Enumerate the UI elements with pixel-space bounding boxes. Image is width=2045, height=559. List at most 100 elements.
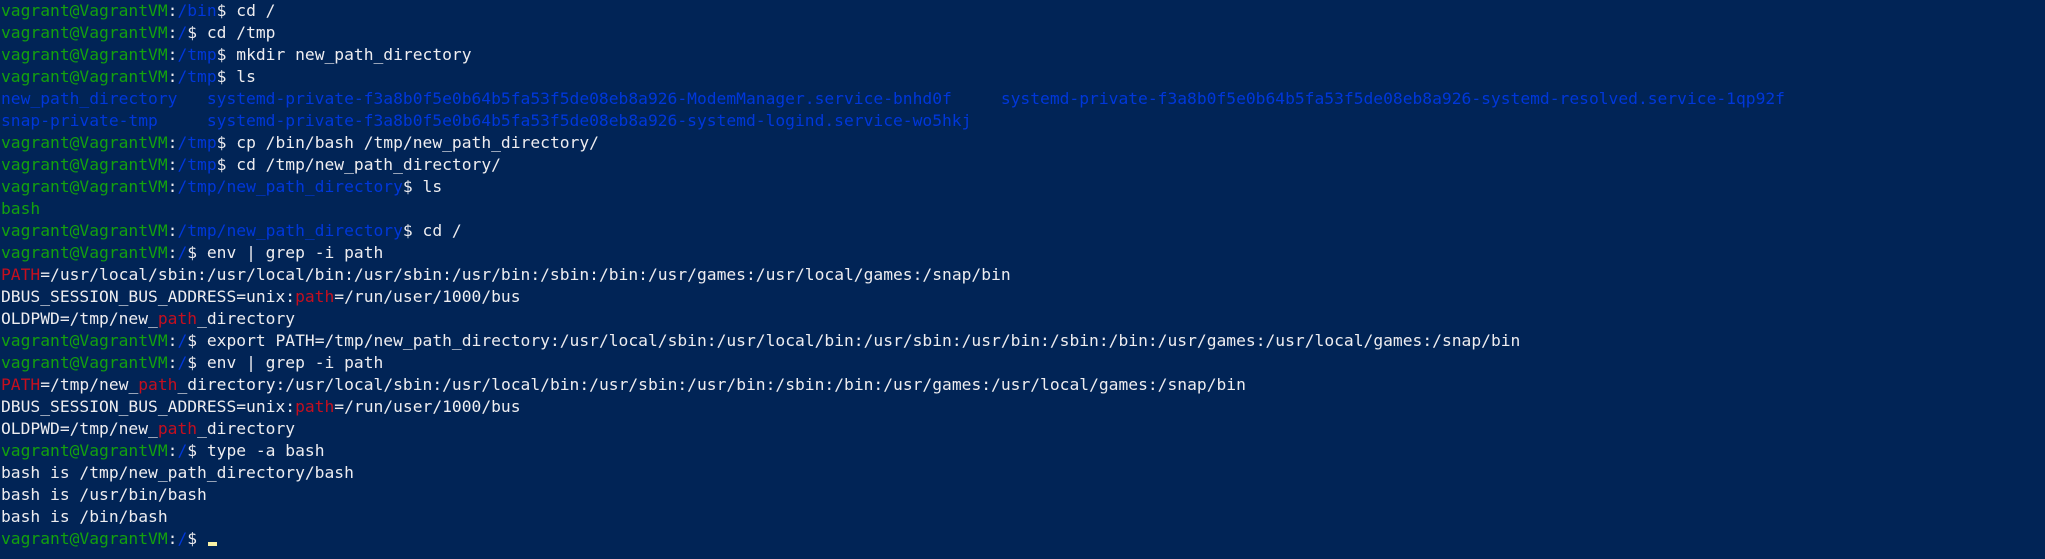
output-text: $ ls: [402, 177, 443, 196]
prompt-path: /: [177, 529, 188, 548]
prompt-path: /tmp/new_path_directory: [177, 221, 403, 240]
prompt-user-host: vagrant@VagrantVM: [1, 331, 168, 350]
prompt-path: /tmp: [177, 155, 217, 174]
terminal-line: OLDPWD=/tmp/new_path_directory: [0, 308, 2045, 330]
grep-match-highlight: path: [295, 397, 335, 416]
prompt-path: /tmp: [177, 67, 217, 86]
terminal-line: bash is /usr/bin/bash: [0, 484, 2045, 506]
executable-file: bash: [1, 199, 41, 218]
grep-match-highlight: PATH: [1, 375, 41, 394]
output-text: :: [167, 353, 178, 372]
terminal-line: vagrant@VagrantVM:/$ type -a bash: [0, 440, 2045, 462]
terminal-line: vagrant@VagrantVM:/$ export PATH=/tmp/ne…: [0, 330, 2045, 352]
terminal-line: vagrant@VagrantVM:/tmp/new_path_director…: [0, 176, 2045, 198]
grep-match-highlight: path: [157, 419, 198, 438]
prompt-path: /: [177, 441, 188, 460]
output-text: bash is /tmp/new_path_directory/bash: [1, 463, 354, 482]
terminal-line: bash is /tmp/new_path_directory/bash: [0, 462, 2045, 484]
output-text: :: [167, 221, 178, 240]
grep-match-highlight: PATH: [1, 265, 41, 284]
terminal-line: PATH=/usr/local/sbin:/usr/local/bin:/usr…: [0, 264, 2045, 286]
output-text: $ type -a bash: [187, 441, 325, 460]
prompt-user-host: vagrant@VagrantVM: [1, 133, 168, 152]
terminal-line: vagrant@VagrantVM:/tmp$ cp /bin/bash /tm…: [0, 132, 2045, 154]
output-text: =/tmp/new_: [40, 375, 139, 394]
terminal-line: DBUS_SESSION_BUS_ADDRESS=unix:path=/run/…: [0, 396, 2045, 418]
terminal-line: OLDPWD=/tmp/new_path_directory: [0, 418, 2045, 440]
output-text: OLDPWD=/tmp/new_: [1, 419, 158, 438]
prompt-user-host: vagrant@VagrantVM: [1, 23, 168, 42]
output-text: :: [167, 133, 178, 152]
output-text: $ cd /: [216, 1, 276, 20]
output-text: _directory:/usr/local/sbin:/usr/local/bi…: [177, 375, 1246, 394]
terminal-line: vagrant@VagrantVM:/tmp$ mkdir new_path_d…: [0, 44, 2045, 66]
output-text: :: [167, 529, 178, 548]
output-text: :: [167, 177, 178, 196]
terminal-line: vagrant@VagrantVM:/tmp$ ls: [0, 66, 2045, 88]
terminal-window[interactable]: vagrant@VagrantVM:/bin$ cd / vagrant@Vagr…: [0, 0, 2045, 559]
terminal-line: vagrant@VagrantVM:/$: [0, 528, 2045, 550]
prompt-path: /: [177, 23, 188, 42]
output-text: _directory: [197, 309, 296, 328]
text-cursor[interactable]: [207, 542, 217, 546]
output-text: :: [167, 67, 178, 86]
terminal-line: bash is /bin/bash: [0, 506, 2045, 528]
prompt-user-host: vagrant@VagrantVM: [1, 45, 168, 64]
prompt-user-host: vagrant@VagrantVM: [1, 441, 168, 460]
output-text: :: [167, 23, 178, 42]
output-text: =/run/user/1000/bus: [334, 287, 521, 306]
terminal-line: new_path_directory systemd-private-f3a8b…: [0, 88, 2045, 110]
terminal-line: bash: [0, 198, 2045, 220]
output-text: $ ls: [216, 67, 256, 86]
prompt-path: /tmp: [177, 45, 217, 64]
prompt-user-host: vagrant@VagrantVM: [1, 243, 168, 262]
prompt-path: /: [177, 353, 188, 372]
output-text: $: [187, 529, 207, 548]
output-text: $ mkdir new_path_directory: [216, 45, 472, 64]
prompt-path: /tmp/new_path_directory: [177, 177, 403, 196]
prompt-user-host: vagrant@VagrantVM: [1, 353, 168, 372]
output-text: $ env | grep -i path: [187, 353, 384, 372]
terminal-line: vagrant@VagrantVM:/bin$ cd /: [0, 0, 2045, 22]
terminal-line: vagrant@VagrantVM:/$ env | grep -i path: [0, 242, 2045, 264]
output-text: :: [167, 441, 178, 460]
terminal-line: vagrant@VagrantVM:/$ env | grep -i path: [0, 352, 2045, 374]
output-text: $ export PATH=/tmp/new_path_directory:/u…: [187, 331, 1521, 350]
directory-listing: new_path_directory systemd-private-f3a8b…: [1, 89, 1785, 108]
prompt-user-host: vagrant@VagrantVM: [1, 529, 168, 548]
prompt-user-host: vagrant@VagrantVM: [1, 221, 168, 240]
grep-match-highlight: path: [295, 287, 335, 306]
prompt-user-host: vagrant@VagrantVM: [1, 67, 168, 86]
output-text: $ cd /: [402, 221, 462, 240]
output-text: $ cp /bin/bash /tmp/new_path_directory/: [216, 133, 599, 152]
terminal-line: vagrant@VagrantVM:/tmp$ cd /tmp/new_path…: [0, 154, 2045, 176]
terminal-line: vagrant@VagrantVM:/tmp/new_path_director…: [0, 220, 2045, 242]
terminal-line: snap-private-tmp systemd-private-f3a8b0f…: [0, 110, 2045, 132]
terminal-line: vagrant@VagrantVM:/$ cd /tmp: [0, 22, 2045, 44]
output-text: :: [167, 45, 178, 64]
output-text: :: [167, 243, 178, 262]
prompt-path: /: [177, 243, 188, 262]
prompt-user-host: vagrant@VagrantVM: [1, 1, 168, 20]
output-text: bash is /bin/bash: [1, 507, 168, 526]
output-text: DBUS_SESSION_BUS_ADDRESS=unix:: [1, 287, 296, 306]
output-text: $ env | grep -i path: [187, 243, 384, 262]
output-text: _directory: [197, 419, 296, 438]
prompt-path: /bin: [177, 1, 217, 20]
output-text: =/run/user/1000/bus: [334, 397, 521, 416]
output-text: DBUS_SESSION_BUS_ADDRESS=unix:: [1, 397, 296, 416]
output-text: :: [167, 331, 178, 350]
output-text: $ cd /tmp/new_path_directory/: [216, 155, 501, 174]
grep-match-highlight: path: [157, 309, 198, 328]
terminal-line: DBUS_SESSION_BUS_ADDRESS=unix:path=/run/…: [0, 286, 2045, 308]
output-text: bash is /usr/bin/bash: [1, 485, 207, 504]
prompt-user-host: vagrant@VagrantVM: [1, 155, 168, 174]
prompt-path: /tmp: [177, 133, 217, 152]
output-text: $ cd /tmp: [187, 23, 276, 42]
output-text: =/usr/local/sbin:/usr/local/bin:/usr/sbi…: [40, 265, 1011, 284]
directory-listing: snap-private-tmp systemd-private-f3a8b0f…: [1, 111, 972, 130]
grep-match-highlight: path: [138, 375, 178, 394]
prompt-user-host: vagrant@VagrantVM: [1, 177, 168, 196]
terminal-line: PATH=/tmp/new_path_directory:/usr/local/…: [0, 374, 2045, 396]
output-text: OLDPWD=/tmp/new_: [1, 309, 158, 328]
